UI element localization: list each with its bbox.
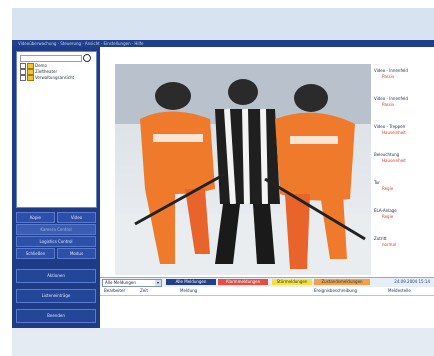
video-feed[interactable] <box>115 64 371 275</box>
detail-value[interactable]: normal <box>382 242 396 247</box>
chevron-down-icon[interactable]: ▾ <box>155 280 161 286</box>
schliessen-button[interactable]: Schließen <box>16 248 55 259</box>
message-filter-bar: Alle Meldungen ▾ Alle Meldungen Alarmmel… <box>100 277 434 287</box>
detail-value[interactable]: Regie <box>382 186 393 191</box>
detail-label: Beleuchtung <box>374 152 400 157</box>
aktionen-button[interactable]: Aktionen <box>16 269 96 283</box>
column-header[interactable]: Meldung <box>180 287 197 295</box>
filter-chip-all[interactable]: Alle Meldungen <box>166 279 216 285</box>
top-backdrop <box>12 8 434 42</box>
listeneintraege-button[interactable]: Listeneinträge <box>16 289 96 303</box>
application-window: Videoüberwachung · Steuerung · Ansicht ·… <box>12 40 434 328</box>
detail-label: Video - Innenfeld <box>374 68 408 73</box>
kamera-control-button[interactable]: Kamera Control <box>16 224 96 235</box>
logistics-control-button[interactable]: Logistics Control <box>16 236 96 247</box>
detail-panel: Video - Innenfeld Passiv Video - Innenfe… <box>374 64 434 275</box>
detail-value[interactable]: Regie <box>382 214 393 219</box>
detail-label: Tor <box>374 180 380 185</box>
message-filter-select[interactable]: Alle Meldungen ▾ <box>102 279 162 287</box>
modus-button[interactable]: Modus <box>57 248 96 259</box>
screenshot-frame: Videoüberwachung · Steuerung · Ansicht ·… <box>0 0 434 356</box>
search-icon[interactable] <box>83 54 91 62</box>
message-filter-value: Alle Meldungen <box>105 280 136 285</box>
video-button[interactable]: Video <box>57 212 96 223</box>
menu-bar[interactable]: Videoüberwachung · Steuerung · Ansicht ·… <box>12 40 434 47</box>
filter-chip-alarm[interactable]: Alarmmeldungen <box>218 279 268 285</box>
expand-icon[interactable] <box>20 75 26 81</box>
tree-search-input[interactable] <box>20 55 82 62</box>
video-feed-icon <box>115 64 371 275</box>
filter-chip-state[interactable]: Zustandsmeldungen <box>314 279 370 285</box>
column-header[interactable]: Zeit <box>140 287 148 295</box>
menu-bar-text: Videoüberwachung · Steuerung · Ansicht ·… <box>18 41 144 46</box>
detail-label: Video - Innenfeld <box>374 96 408 101</box>
column-header[interactable]: Bearbeiter <box>104 287 125 295</box>
tree-item-label: Verwaltungsansicht <box>35 75 75 80</box>
column-header[interactable]: Meldestelle <box>388 287 411 295</box>
message-table-header: Bearbeiter Zeit Meldung Ereignisbeschrei… <box>100 287 434 296</box>
detail-value[interactable]: Hauseinheit <box>382 158 406 163</box>
detail-label: ELA-Anlage <box>374 208 397 213</box>
detail-label: Video - Treppen <box>374 124 406 129</box>
detail-label: Zutritt <box>374 236 387 241</box>
kopie-button[interactable]: Kopie <box>16 212 55 223</box>
detail-value[interactable]: Hauseinheit <box>382 130 406 135</box>
detail-value[interactable]: Passiv <box>382 102 394 107</box>
detail-value[interactable]: Passiv <box>382 74 394 79</box>
bottom-backdrop <box>12 327 434 356</box>
tree-item-label: Zieltheater <box>35 69 58 74</box>
tree-item-label: Demo <box>35 63 47 68</box>
sidebar: Demo Zieltheater Verwaltungsansicht Kopi… <box>12 47 100 328</box>
beenden-button[interactable]: Beenden <box>16 309 96 323</box>
tree-item[interactable]: Verwaltungsansicht <box>20 75 74 81</box>
folder-icon <box>27 75 34 81</box>
filter-chip-fault[interactable]: Störmeldungen <box>272 279 312 285</box>
object-tree: Demo Zieltheater Verwaltungsansicht <box>16 51 97 208</box>
timestamp: 24.09.2004 15:14 <box>394 279 430 284</box>
column-header[interactable]: Ereignisbeschreibung <box>314 287 357 295</box>
